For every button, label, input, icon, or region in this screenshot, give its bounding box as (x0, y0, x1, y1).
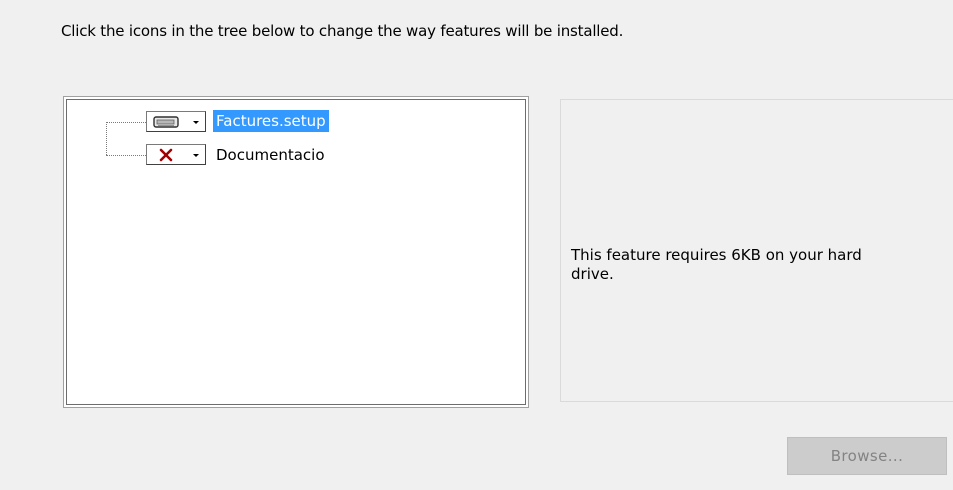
tree-item-factures-setup[interactable]: Factures.setup (213, 110, 329, 132)
feature-description-panel: This feature requires 6KB on your hard d… (560, 99, 953, 402)
chevron-down-icon (193, 154, 199, 157)
hard-drive-icon (153, 116, 179, 128)
feature-selection-dialog: Click the icons in the tree below to cha… (0, 0, 953, 490)
browse-button[interactable]: Browse... (787, 437, 947, 475)
feature-state-button-factures[interactable] (146, 111, 206, 132)
tree-connector-horizontal-1 (106, 122, 146, 123)
feature-description-text: This feature requires 6KB on your hard d… (571, 246, 862, 283)
instruction-text: Click the icons in the tree below to cha… (61, 22, 624, 40)
feature-tree-content: Factures.setup Documentacio (66, 99, 526, 405)
feature-tree[interactable]: Factures.setup Documentacio (63, 96, 529, 408)
tree-connector-vertical (106, 122, 107, 155)
chevron-down-icon (193, 121, 199, 124)
tree-item-documentacio[interactable]: Documentacio (213, 144, 328, 166)
red-x-icon (159, 148, 173, 162)
tree-connector-horizontal-2 (106, 155, 146, 156)
feature-state-button-documentacio[interactable] (146, 144, 206, 165)
